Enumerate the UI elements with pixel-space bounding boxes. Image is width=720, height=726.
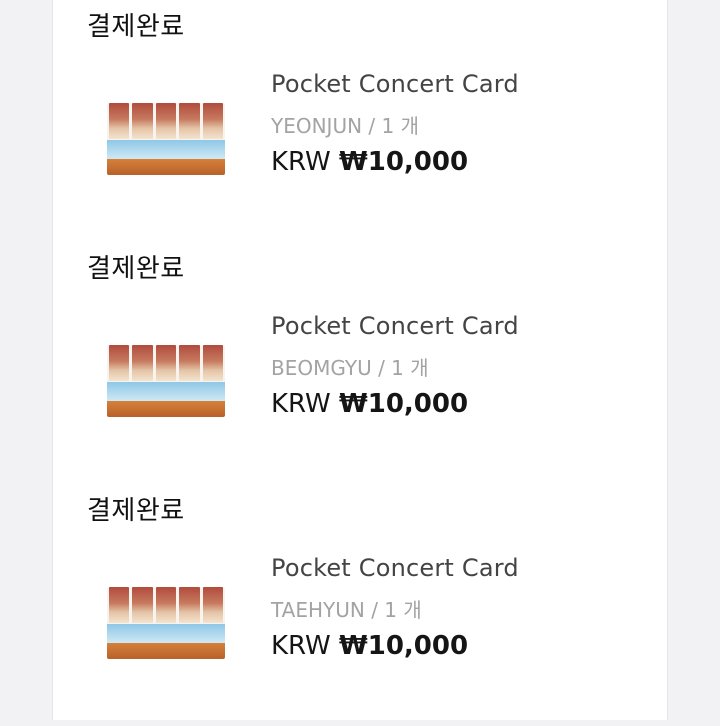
product-price: KRW ₩10,000 (271, 631, 468, 661)
product-option: BEOMGYU / 1 개 (271, 356, 429, 380)
desert-band (107, 159, 225, 175)
product-name[interactable]: Pocket Concert Card (271, 70, 519, 98)
payment-status-label: 결제완료 (87, 12, 185, 42)
order-item[interactable]: 결제완료 Pocket Concert Card YEONJUN / 1 개 K… (53, 0, 669, 242)
photo-card (132, 587, 153, 623)
product-price: KRW ₩10,000 (271, 147, 468, 177)
product-name[interactable]: Pocket Concert Card (271, 312, 519, 340)
photo-card-strip (109, 587, 224, 623)
product-thumbnail[interactable] (107, 103, 225, 175)
product-thumbnail[interactable] (107, 345, 225, 417)
payment-status-label: 결제완료 (87, 496, 185, 526)
price-amount: ₩10,000 (339, 389, 469, 419)
photo-card (155, 587, 177, 623)
order-item[interactable]: 결제완료 Pocket Concert Card BEOMGYU / 1 개 K… (53, 242, 669, 484)
photo-card (155, 345, 177, 381)
photo-card (202, 103, 224, 139)
photo-card (109, 103, 130, 139)
sky-band (107, 140, 225, 159)
sky-band (107, 624, 225, 643)
price-currency: KRW (271, 147, 331, 177)
price-currency: KRW (271, 631, 331, 661)
photo-card-strip (109, 345, 224, 381)
photo-card (202, 587, 224, 623)
price-currency: KRW (271, 389, 331, 419)
payment-status-label: 결제완료 (87, 254, 185, 284)
price-amount: ₩10,000 (339, 631, 469, 661)
price-amount: ₩10,000 (339, 147, 469, 177)
sky-band (107, 382, 225, 401)
photo-card-strip (109, 103, 224, 139)
product-option: TAEHYUN / 1 개 (271, 598, 422, 622)
photo-card (202, 345, 224, 381)
order-list-panel: 결제완료 Pocket Concert Card YEONJUN / 1 개 K… (52, 0, 668, 720)
photo-card (132, 103, 153, 139)
order-item[interactable]: 결제완료 Pocket Concert Card TAEHYUN / 1 개 K… (53, 484, 669, 726)
photo-card (132, 345, 153, 381)
photo-card (179, 103, 200, 139)
photo-card (179, 587, 200, 623)
product-name[interactable]: Pocket Concert Card (271, 554, 519, 582)
desert-band (107, 643, 225, 659)
photo-card (179, 345, 200, 381)
product-price: KRW ₩10,000 (271, 389, 468, 419)
photo-card (155, 103, 177, 139)
product-option: YEONJUN / 1 개 (271, 114, 419, 138)
product-thumbnail[interactable] (107, 587, 225, 659)
desert-band (107, 401, 225, 417)
photo-card (109, 345, 130, 381)
photo-card (109, 587, 130, 623)
